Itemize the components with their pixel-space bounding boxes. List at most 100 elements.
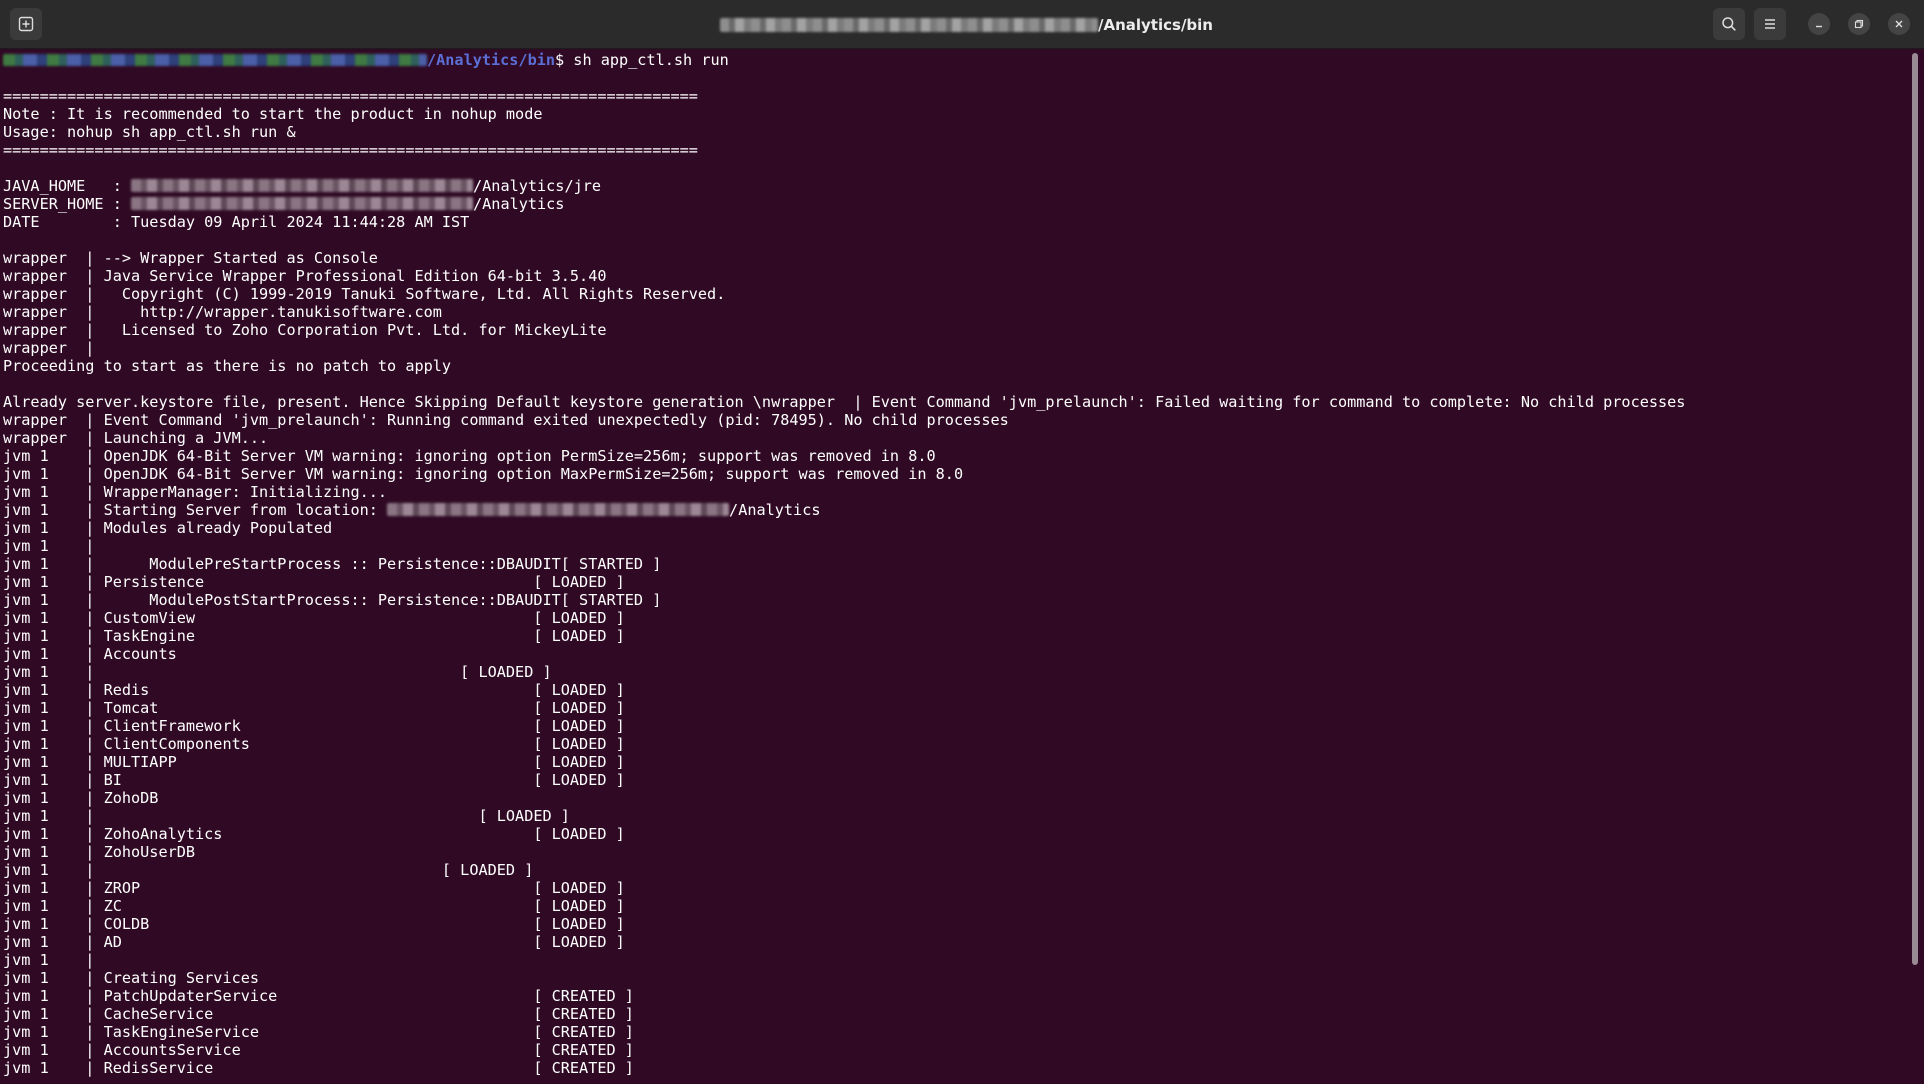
terminal-line-text: jvm 1 | CustomView [ LOADED ] <box>3 609 625 627</box>
terminal-line: wrapper | Event Command 'jvm_prelaunch':… <box>3 411 1685 429</box>
new-tab-icon <box>18 16 34 32</box>
terminal-line: wrapper | http://wrapper.tanukisoftware.… <box>3 303 1685 321</box>
title-bar: /Analytics/bin <box>0 0 1924 49</box>
terminal-line: wrapper | Java Service Wrapper Professio… <box>3 267 1685 285</box>
terminal-line-text: jvm 1 | TaskEngineService [ CREATED ] <box>3 1023 634 1041</box>
terminal-line: jvm 1 | ClientComponents [ LOADED ] <box>3 735 1685 753</box>
new-tab-button[interactable] <box>10 8 42 40</box>
terminal-line-text: ========================================… <box>3 87 698 105</box>
terminal-output[interactable]: /Analytics/bin$ sh app_ctl.sh run ======… <box>0 49 1908 1084</box>
terminal-line: wrapper | <box>3 339 1685 357</box>
terminal-line-text: ========================================… <box>3 141 698 159</box>
terminal-line: jvm 1 | Creating Services <box>3 969 1685 987</box>
terminal-line-text: jvm 1 | ZohoAnalytics [ LOADED ] <box>3 825 625 843</box>
terminal-line-text: wrapper | --> Wrapper Started as Console <box>3 249 378 267</box>
terminal-line-text: jvm 1 | RedisService [ CREATED ] <box>3 1059 634 1077</box>
maximize-button[interactable] <box>1848 13 1870 35</box>
redacted-title-prefix <box>720 18 1098 32</box>
redacted-path <box>131 197 474 210</box>
terminal-line-text: jvm 1 | [ LOADED ] <box>3 663 552 681</box>
terminal-line: jvm 1 | CacheService [ CREATED ] <box>3 1005 1685 1023</box>
terminal-line: jvm 1 | ClientFramework [ LOADED ] <box>3 717 1685 735</box>
terminal-line-text: wrapper | Java Service Wrapper Professio… <box>3 267 607 285</box>
terminal-line: jvm 1 | AD [ LOADED ] <box>3 933 1685 951</box>
terminal-line-text: jvm 1 | AccountsService [ CREATED ] <box>3 1041 634 1059</box>
path-suffix: /Analytics <box>473 195 565 213</box>
terminal-line: jvm 1 | TaskEngineService [ CREATED ] <box>3 1023 1685 1041</box>
terminal-line: jvm 1 | CustomView [ LOADED ] <box>3 609 1685 627</box>
terminal-line-text: jvm 1 | AD [ LOADED ] <box>3 933 625 951</box>
terminal-line: jvm 1 | [ LOADED ] <box>3 663 1685 681</box>
terminal-line-text: jvm 1 | Persistence [ LOADED ] <box>3 573 625 591</box>
terminal-line: jvm 1 | COLDB [ LOADED ] <box>3 915 1685 933</box>
terminal-line-text: jvm 1 | Redis [ LOADED ] <box>3 681 625 699</box>
terminal-line: jvm 1 | <box>3 537 1685 555</box>
terminal-line: jvm 1 | <box>3 951 1685 969</box>
terminal-line: jvm 1 | ZC [ LOADED ] <box>3 897 1685 915</box>
terminal-line-text: jvm 1 | Tomcat [ LOADED ] <box>3 699 625 717</box>
terminal-line-text: jvm 1 | PatchUpdaterService [ CREATED ] <box>3 987 634 1005</box>
terminal-line-text: wrapper | <box>3 339 95 357</box>
scrollbar[interactable] <box>1912 53 1918 965</box>
close-icon <box>1895 20 1903 28</box>
terminal-line-text: Already server.keystore file, present. H… <box>3 393 1686 411</box>
terminal-line: Proceeding to start as there is no patch… <box>3 357 1685 375</box>
terminal-line-text: jvm 1 | CacheService [ CREATED ] <box>3 1005 634 1023</box>
terminal-line: jvm 1 | OpenJDK 64-Bit Server VM warning… <box>3 447 1685 465</box>
terminal-line-text: jvm 1 | [ LOADED ] <box>3 807 570 825</box>
terminal-line-text: wrapper | Licensed to Zoho Corporation P… <box>3 321 607 339</box>
terminal-line-text: jvm 1 | Accounts <box>3 645 177 663</box>
terminal-line-text: jvm 1 | ZROP [ LOADED ] <box>3 879 625 897</box>
terminal-line-text: jvm 1 | ModulePostStartProcess:: Persist… <box>3 591 662 609</box>
redacted-user-host <box>3 54 427 66</box>
terminal-line: Usage: nohup sh app_ctl.sh run & <box>3 123 1685 141</box>
close-button[interactable] <box>1888 13 1910 35</box>
terminal-line: jvm 1 | AccountsService [ CREATED ] <box>3 1041 1685 1059</box>
terminal-line-text: jvm 1 | ModulePreStartProcess :: Persist… <box>3 555 662 573</box>
terminal-line: Already server.keystore file, present. H… <box>3 393 1685 411</box>
terminal-line-text: wrapper | http://wrapper.tanukisoftware.… <box>3 303 442 321</box>
terminal-line: jvm 1 | Redis [ LOADED ] <box>3 681 1685 699</box>
terminal-line: jvm 1 | ZohoUserDB <box>3 843 1685 861</box>
terminal-line-text: wrapper | Copyright (C) 1999-2019 Tanuki… <box>3 285 726 303</box>
redacted-path <box>131 179 474 192</box>
terminal-line-text: SERVER_HOME : <box>3 195 132 213</box>
terminal-line: ========================================… <box>3 141 1685 159</box>
search-button[interactable] <box>1713 8 1745 40</box>
terminal-line: jvm 1 | PatchUpdaterService [ CREATED ] <box>3 987 1685 1005</box>
path-suffix: /Analytics <box>729 501 821 519</box>
menu-button[interactable] <box>1754 8 1786 40</box>
terminal-line: jvm 1 | BI [ LOADED ] <box>3 771 1685 789</box>
terminal-line-text: jvm 1 | COLDB [ LOADED ] <box>3 915 625 933</box>
terminal-line: jvm 1 | Tomcat [ LOADED ] <box>3 699 1685 717</box>
prompt-line: /Analytics/bin$ sh app_ctl.sh run <box>3 51 1685 69</box>
terminal-line-text: DATE : Tuesday 09 April 2024 11:44:28 AM… <box>3 213 470 231</box>
terminal-window: /Analytics/bin /Analytics/bin$ sh app_ct… <box>0 0 1924 1084</box>
terminal-line: wrapper | Launching a JVM... <box>3 429 1685 447</box>
terminal-line-text: jvm 1 | ClientFramework [ LOADED ] <box>3 717 625 735</box>
terminal-line: jvm 1 | ModulePostStartProcess:: Persist… <box>3 591 1685 609</box>
terminal-line-text: jvm 1 | BI [ LOADED ] <box>3 771 625 789</box>
terminal-line: JAVA_HOME : /Analytics/jre <box>3 177 1685 195</box>
terminal-line: SERVER_HOME : /Analytics <box>3 195 1685 213</box>
minimize-button[interactable] <box>1808 13 1830 35</box>
terminal-line-text: jvm 1 | Starting Server from location: <box>3 501 388 519</box>
terminal-line-text: Usage: nohup sh app_ctl.sh run & <box>3 123 296 141</box>
terminal-line: jvm 1 | ZohoAnalytics [ LOADED ] <box>3 825 1685 843</box>
minimize-icon <box>1816 25 1822 28</box>
log-output: ========================================… <box>3 69 1685 1077</box>
terminal-line: jvm 1 | Starting Server from location: /… <box>3 501 1685 519</box>
terminal-line-text: jvm 1 | MULTIAPP [ LOADED ] <box>3 753 625 771</box>
terminal-line-text: jvm 1 | ZohoDB <box>3 789 159 807</box>
hamburger-menu-icon <box>1765 19 1775 29</box>
terminal-line-text: JAVA_HOME : <box>3 177 132 195</box>
terminal-line: jvm 1 | Modules already Populated <box>3 519 1685 537</box>
terminal-line-text: jvm 1 | [ LOADED ] <box>3 861 534 879</box>
window-title: /Analytics/bin <box>720 15 1213 35</box>
terminal-line: jvm 1 | TaskEngine [ LOADED ] <box>3 627 1685 645</box>
terminal-line: jvm 1 | ModulePreStartProcess :: Persist… <box>3 555 1685 573</box>
terminal-line: jvm 1 | WrapperManager: Initializing... <box>3 483 1685 501</box>
